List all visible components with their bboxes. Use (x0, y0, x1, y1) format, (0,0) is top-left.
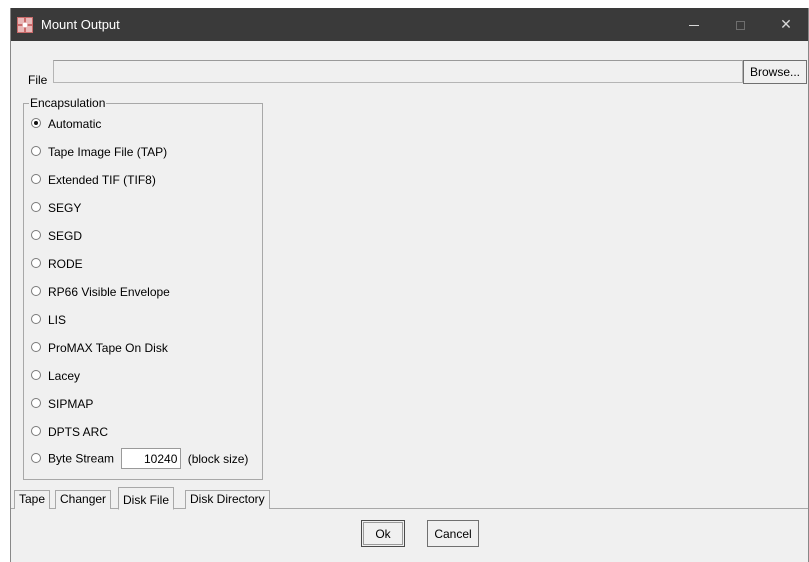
radio-label: RP66 Visible Envelope (48, 284, 170, 299)
radio-rp66-visible-envelope[interactable]: RP66 Visible Envelope (31, 282, 170, 300)
radio-label: Tape Image File (TAP) (48, 144, 168, 159)
tab-disk-file[interactable]: Disk File (118, 487, 175, 510)
radio-dpts-arc[interactable]: DPTS ARC (31, 422, 108, 440)
app-icon (17, 17, 33, 33)
file-input[interactable] (53, 60, 743, 83)
radio-label: SIPMAP (48, 396, 94, 411)
block-size-suffix: (block size) (187, 451, 249, 466)
radio-label: Lacey (48, 368, 81, 383)
radio-extended-tif[interactable]: Extended TIF (TIF8) (31, 170, 156, 188)
radio-button[interactable] (31, 257, 41, 268)
tab-tape[interactable]: Tape (14, 490, 51, 509)
radio-label: Byte Stream (48, 451, 115, 466)
radio-label: RODE (48, 256, 83, 271)
encapsulation-group: Encapsulation Automatic Tape Image File … (23, 96, 263, 480)
tab-disk-directory[interactable]: Disk Directory (185, 490, 270, 509)
close-button[interactable]: ✕ (763, 8, 808, 41)
window-title: Mount Output (41, 17, 120, 32)
mount-output-window: Mount Output ✕ File Browse... Encapsulat… (10, 8, 809, 562)
radio-promax-tape-on-disk[interactable]: ProMAX Tape On Disk (31, 338, 168, 356)
radio-label: SEGY (48, 200, 82, 215)
radio-label: ProMAX Tape On Disk (48, 340, 168, 355)
tab-changer[interactable]: Changer (55, 490, 112, 509)
title-bar[interactable]: Mount Output ✕ (11, 8, 808, 41)
tab-strip: Tape Changer Disk File Disk Directory (11, 487, 808, 510)
radio-button[interactable] (31, 145, 41, 156)
minimize-icon (689, 24, 699, 26)
radio-button[interactable] (31, 341, 41, 352)
radio-button[interactable] (31, 397, 41, 408)
radio-button[interactable] (31, 173, 41, 184)
maximize-button[interactable] (717, 8, 763, 41)
radio-label: SEGD (48, 228, 83, 243)
radio-automatic[interactable]: Automatic (31, 114, 101, 132)
cancel-button[interactable]: Cancel (427, 520, 479, 547)
minimize-button[interactable] (671, 8, 717, 41)
block-size-input[interactable] (121, 448, 182, 469)
radio-button[interactable] (31, 201, 41, 212)
ok-button[interactable]: Ok (361, 520, 405, 547)
encapsulation-legend: Encapsulation (29, 96, 107, 110)
radio-lacey[interactable]: Lacey (31, 366, 80, 384)
radio-lis[interactable]: LIS (31, 310, 66, 328)
maximize-icon (735, 20, 745, 30)
radio-segd[interactable]: SEGD (31, 226, 82, 244)
radio-button[interactable] (31, 425, 41, 436)
radio-button[interactable] (31, 452, 41, 463)
radio-button[interactable] (31, 285, 41, 296)
close-icon: ✕ (780, 16, 792, 32)
radio-segy[interactable]: SEGY (31, 198, 81, 216)
radio-byte-stream[interactable]: Byte Stream (block size) (31, 448, 249, 469)
radio-button[interactable] (31, 229, 41, 240)
radio-button[interactable] (31, 313, 41, 324)
radio-label: Automatic (48, 116, 102, 131)
browse-button[interactable]: Browse... (743, 60, 807, 84)
radio-button[interactable] (31, 369, 41, 380)
radio-label: Extended TIF (TIF8) (48, 172, 156, 187)
file-label: File (28, 73, 48, 87)
radio-sipmap[interactable]: SIPMAP (31, 394, 93, 412)
radio-label: LIS (48, 312, 67, 327)
radio-button-selected[interactable] (31, 117, 41, 128)
radio-tape-image-file[interactable]: Tape Image File (TAP) (31, 142, 167, 160)
radio-label: DPTS ARC (48, 424, 109, 439)
radio-rode[interactable]: RODE (31, 254, 83, 272)
